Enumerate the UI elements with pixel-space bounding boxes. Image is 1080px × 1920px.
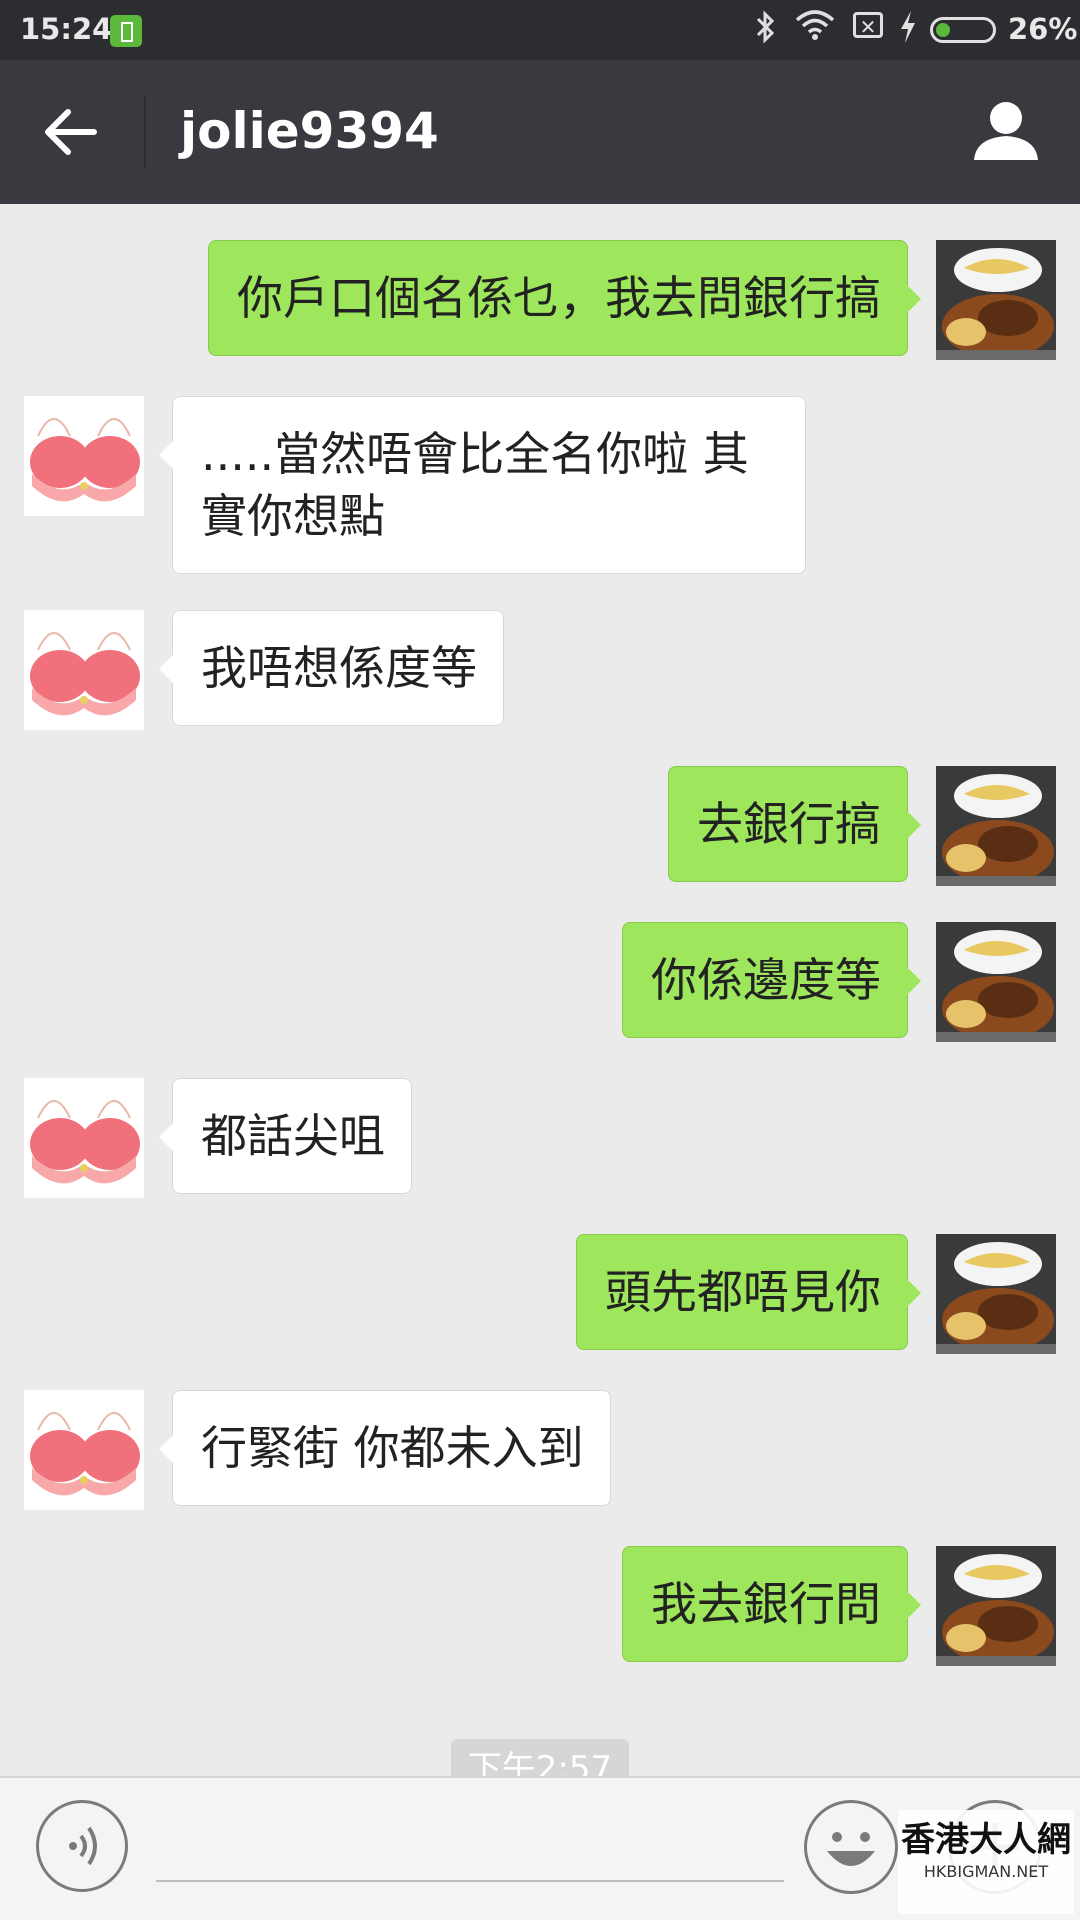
contact-avatar[interactable] <box>24 1078 144 1198</box>
my-message-bubble[interactable]: 我去銀行問 <box>622 1546 921 1662</box>
my-avatar[interactable] <box>936 766 1056 886</box>
my-message-bubble[interactable]: 去銀行搞 <box>668 766 921 882</box>
battery-icon <box>930 17 996 43</box>
time-divider: 下午2:57 <box>451 1739 629 1776</box>
person-icon[interactable] <box>970 96 1042 168</box>
my-message-bubble[interactable]: 你戶口個名係乜，我去問銀行搞 <box>208 240 921 356</box>
my-message-bubble[interactable]: 頭先都唔見你 <box>576 1234 921 1350</box>
contact-message-bubble[interactable]: 我唔想係度等 <box>159 610 504 726</box>
battery-level <box>936 23 950 37</box>
my-avatar[interactable] <box>936 1234 1056 1354</box>
input-bar: 香港大人網 HKBIGMAN.NET <box>0 1776 1080 1920</box>
watermark-chinese: 香港大人網 <box>901 1820 1071 1860</box>
voice-input-icon[interactable] <box>36 1800 128 1892</box>
back-arrow-icon[interactable] <box>40 100 104 164</box>
contact-message-bubble[interactable]: 行緊街 你都未入到 <box>159 1390 611 1506</box>
emoji-icon[interactable] <box>804 1800 898 1894</box>
charging-bolt-icon <box>898 10 918 51</box>
contact-avatar[interactable] <box>24 610 144 730</box>
my-avatar[interactable] <box>936 1546 1056 1666</box>
watermark-english: HKBIGMAN.NET <box>923 1862 1049 1881</box>
wifi-icon <box>795 8 835 49</box>
contact-avatar[interactable] <box>24 396 144 516</box>
my-avatar[interactable] <box>936 922 1056 1042</box>
status-bar: 15:24 ✕ 26% <box>0 0 1080 60</box>
contact-avatar[interactable] <box>24 1390 144 1510</box>
contact-message-bubble[interactable]: 都話尖咀 <box>159 1078 412 1194</box>
battery-percent: 26% <box>1008 12 1078 46</box>
status-time: 15:24 <box>20 12 113 46</box>
my-avatar[interactable] <box>936 240 1056 360</box>
message-list[interactable]: 你戶口個名係乜，我去問銀行搞 .....當然唔會比全名你啦 其實你想點 我唔想係… <box>0 204 1080 1776</box>
message-input[interactable] <box>156 1818 784 1882</box>
battery-charging-icon <box>110 15 142 47</box>
chat-title: jolie9394 <box>180 102 439 160</box>
chat-header: jolie9394 <box>0 60 1080 204</box>
header-divider <box>144 96 146 168</box>
no-sim-icon: ✕ <box>853 12 883 39</box>
my-message-bubble[interactable]: 你係邊度等 <box>622 922 921 1038</box>
watermark: 香港大人網 HKBIGMAN.NET <box>898 1810 1074 1914</box>
contact-message-bubble[interactable]: .....當然唔會比全名你啦 其實你想點 <box>159 396 806 574</box>
bluetooth-icon <box>755 10 777 51</box>
